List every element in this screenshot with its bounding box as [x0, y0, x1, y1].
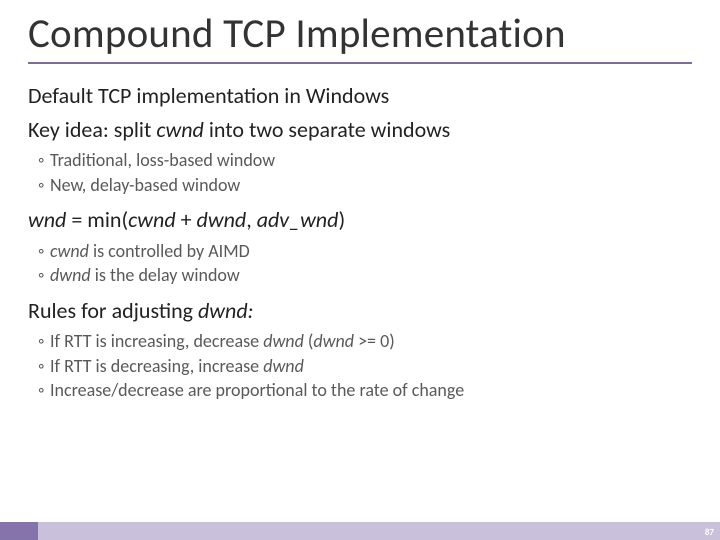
slide-title: Compound TCP Implementation: [28, 12, 692, 56]
footer-bar: [0, 522, 720, 540]
bullet-glyph: ◦: [38, 174, 50, 197]
italic-cwnd: cwnd: [156, 116, 204, 143]
sub-bullet: ◦ New, delay-based window: [38, 174, 692, 197]
text: Key idea: split: [28, 116, 156, 143]
italic-dwnd: dwnd: [263, 355, 304, 377]
sub-bullet: ◦ If RTT is decreasing, increase dwnd: [38, 355, 692, 378]
italic-dwnd: dwnd: [313, 330, 354, 352]
sub-bullets-2: ◦ cwnd is controlled by AIMD ◦ dwnd is t…: [28, 240, 692, 287]
sub-bullet: ◦ dwnd is the delay window: [38, 264, 692, 287]
text: If RTT is increasing, decrease: [50, 330, 263, 352]
text: If RTT is decreasing, increase: [50, 355, 263, 377]
text: ,: [246, 206, 256, 233]
footer-accent: [0, 522, 38, 540]
bullet-glyph: ◦: [38, 149, 50, 172]
bullet-glyph: ◦: [38, 240, 50, 263]
italic-dwnd: dwnd: [50, 264, 91, 286]
sub-bullets-3: ◦ If RTT is increasing, decrease dwnd (d…: [28, 330, 692, 402]
italic-adv-wnd: adv_wnd: [257, 206, 339, 233]
italic-cwnd: cwnd: [128, 206, 176, 233]
italic-dwnd: dwnd: [197, 206, 247, 233]
bullet-glyph: ◦: [38, 264, 50, 287]
body-line-3: wnd = min(cwnd + dwnd, adv_wnd): [28, 206, 692, 234]
sub-bullet: ◦ If RTT is increasing, decrease dwnd (d…: [38, 330, 692, 353]
italic-wnd: wnd: [28, 206, 66, 233]
title-underline: [28, 62, 692, 64]
body-line-4: Rules for adjusting dwnd:: [28, 297, 692, 325]
slide: Compound TCP Implementation Default TCP …: [0, 0, 720, 540]
body-line-2: Key idea: split cwnd into two separate w…: [28, 116, 692, 144]
italic-dwnd: dwnd:: [198, 297, 254, 324]
page-number: 87: [705, 527, 714, 538]
italic-cwnd: cwnd: [50, 240, 89, 262]
text: Rules for adjusting: [28, 297, 198, 324]
sub-bullet: ◦ cwnd is controlled by AIMD: [38, 240, 692, 263]
text: Traditional, loss-based window: [50, 149, 275, 171]
text: (: [304, 330, 314, 352]
text: is the delay window: [91, 264, 240, 286]
text: is controlled by AIMD: [89, 240, 250, 262]
italic-dwnd: dwnd: [263, 330, 304, 352]
bullet-glyph: ◦: [38, 355, 50, 378]
text: >= 0): [354, 330, 395, 352]
sub-bullet: ◦ Increase/decrease are proportional to …: [38, 379, 692, 402]
text: into two separate windows: [204, 116, 450, 143]
text: New, delay-based window: [50, 174, 240, 196]
text: = min(: [66, 206, 128, 233]
text: ): [338, 206, 345, 233]
bullet-glyph: ◦: [38, 330, 50, 353]
sub-bullets-1: ◦ Traditional, loss-based window ◦ New, …: [28, 149, 692, 196]
bullet-glyph: ◦: [38, 379, 50, 402]
text: +: [176, 206, 197, 233]
text: Increase/decrease are proportional to th…: [50, 379, 464, 401]
body-line-1: Default TCP implementation in Windows: [28, 82, 692, 110]
sub-bullet: ◦ Traditional, loss-based window: [38, 149, 692, 172]
slide-body: Default TCP implementation in Windows Ke…: [28, 82, 692, 402]
